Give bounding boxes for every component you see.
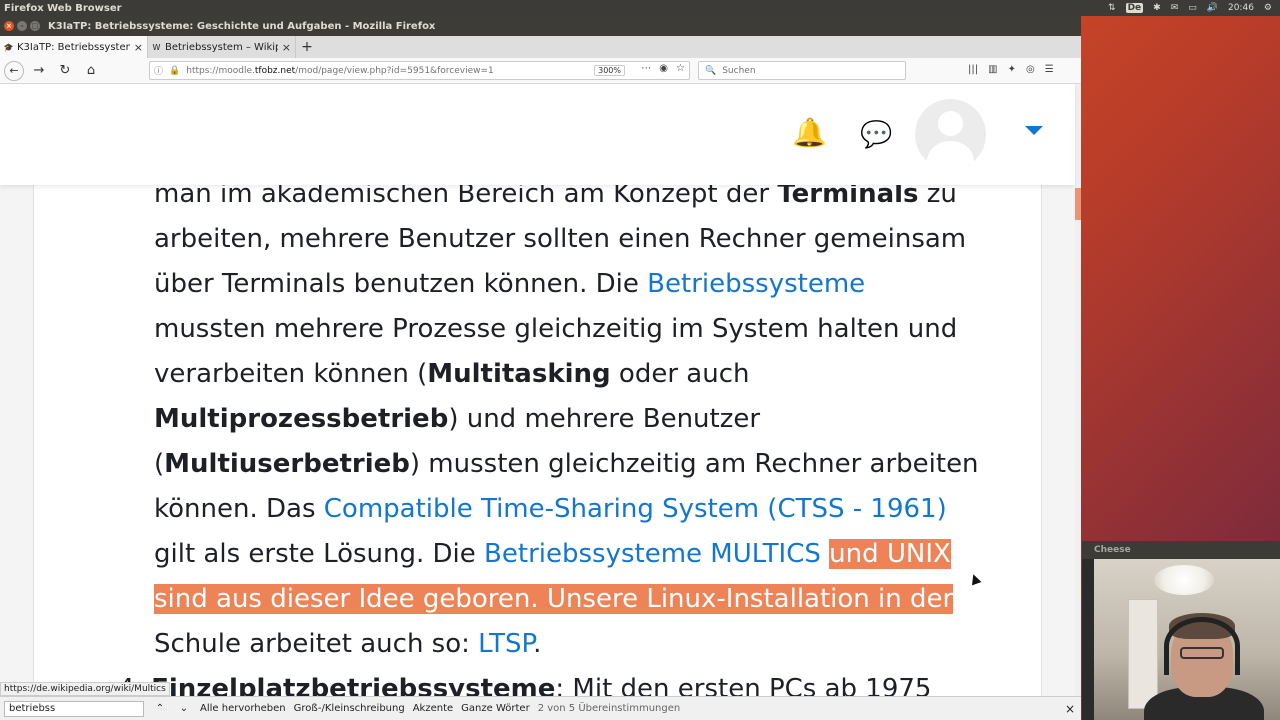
text-line: verarbeiten können (Multitasking oder au… bbox=[154, 359, 750, 389]
match-accents-option[interactable]: Akzente bbox=[413, 703, 453, 714]
window-title: K3IaTP: Betriebssysteme: Geschichte und … bbox=[48, 20, 436, 32]
extension-icon[interactable]: ✦ bbox=[1008, 64, 1016, 75]
highlight-all-option[interactable]: Alle hervorheben bbox=[200, 703, 286, 714]
ceiling-lamp bbox=[1154, 565, 1214, 595]
account-icon[interactable]: ◎ bbox=[1026, 64, 1035, 75]
url-actions: ⋯ ◉ ☆ bbox=[641, 63, 685, 74]
page-viewport: 🔔 💬 man im akademischen Bereich am Konze… bbox=[0, 84, 1081, 696]
cheese-window-title: Cheese bbox=[1082, 541, 1280, 559]
headset-icon bbox=[1164, 617, 1240, 675]
find-bar: betriebss ⌃ ⌄ Alle hervorheben Groß-/Kle… bbox=[0, 696, 1081, 720]
text-line: Schule arbeitet auch so: LTSP. bbox=[154, 629, 542, 659]
tab-moodle[interactable]: 🎓 K3IaTP: Betriebssysteme × bbox=[0, 36, 148, 58]
close-window-icon[interactable]: × bbox=[4, 21, 14, 31]
close-tab-icon[interactable]: × bbox=[134, 41, 143, 54]
close-find-bar-icon[interactable]: × bbox=[1065, 702, 1075, 716]
find-previous-button[interactable]: ⌃ bbox=[152, 701, 168, 717]
system-top-bar: Firefox Web Browser ⇅ De ✱ ✉ ▭ 🔊 20:46 ⚙ bbox=[0, 0, 1280, 16]
avatar-body bbox=[927, 141, 974, 170]
text-line: können. Das Compatible Time-Sharing Syst… bbox=[154, 494, 947, 524]
avatar-head bbox=[938, 111, 963, 136]
tab-wikipedia[interactable]: W Betriebssystem – Wikip × bbox=[148, 36, 296, 58]
text-line: mussten mehrere Prozesse gleichzeitig im… bbox=[154, 314, 958, 344]
text-selection[interactable]: und UNIX bbox=[829, 539, 951, 569]
tab-label: K3IaTP: Betriebssysteme bbox=[17, 41, 130, 53]
home-button[interactable]: ⌂ bbox=[80, 60, 102, 82]
forward-button[interactable]: → bbox=[28, 60, 50, 82]
moodle-header: 🔔 💬 bbox=[0, 84, 1075, 185]
lock-icon[interactable]: 🔒 bbox=[169, 66, 180, 76]
text-line: gilt als erste Lösung. Die Betriebssyste… bbox=[154, 539, 951, 569]
maximize-window-icon[interactable]: □ bbox=[30, 21, 40, 31]
url-bar[interactable]: ⓘ 🔒 https://moodle.tfobz.net/mod/page/vi… bbox=[149, 61, 690, 80]
toolbar-right-icons: ||| ▥ ✦ ◎ ☰ bbox=[968, 64, 1054, 75]
text-line: Multiprozessbetrieb) und mehrere Benutze… bbox=[154, 404, 761, 434]
search-placeholder: Suchen bbox=[722, 65, 756, 76]
pocket-icon[interactable]: ◉ bbox=[659, 63, 668, 74]
firefox-window: × – □ K3IaTP: Betriebssysteme: Geschicht… bbox=[0, 16, 1081, 720]
window-controls: × – □ bbox=[0, 21, 44, 31]
status-link-preview: https://de.wikipedia.org/wiki/Multics bbox=[0, 682, 170, 696]
text-line: sind aus dieser Idee geboren. Unsere Lin… bbox=[154, 577, 1014, 622]
scrollbar-thumb[interactable] bbox=[1075, 188, 1081, 220]
list-item-4: 4. Einzelplatzbetriebssysteme: Mit den e… bbox=[118, 674, 932, 696]
info-icon[interactable]: ⓘ bbox=[154, 64, 163, 77]
system-tray: ⇅ De ✱ ✉ ▭ 🔊 20:46 ⚙ bbox=[1108, 0, 1272, 16]
window-titlebar: × – □ K3IaTP: Betriebssysteme: Geschicht… bbox=[0, 16, 1081, 36]
active-app-name: Firefox Web Browser bbox=[4, 2, 122, 14]
search-bar[interactable]: 🔍 Suchen bbox=[698, 61, 906, 80]
user-avatar[interactable] bbox=[915, 99, 986, 170]
find-input[interactable]: betriebss bbox=[4, 700, 144, 717]
webcam-feed bbox=[1094, 559, 1280, 720]
new-tab-button[interactable]: + bbox=[296, 36, 318, 58]
link-betriebssysteme[interactable]: Betriebssysteme bbox=[647, 269, 865, 299]
tab-bar: 🎓 K3IaTP: Betriebssysteme × W Betriebssy… bbox=[0, 36, 1081, 58]
text-line: über Terminals benutzen können. Die Betr… bbox=[154, 269, 866, 299]
volume-icon[interactable]: 🔊 bbox=[1207, 3, 1218, 13]
moodle-favicon-icon: 🎓 bbox=[3, 42, 14, 52]
link-ltsp[interactable]: LTSP bbox=[478, 629, 533, 659]
close-tab-icon[interactable]: × bbox=[282, 41, 291, 54]
back-button[interactable]: ← bbox=[4, 60, 24, 81]
find-match-count: 2 von 5 Übereinstimmungen bbox=[537, 703, 681, 714]
network-icon[interactable]: ⇅ bbox=[1108, 3, 1116, 13]
text-line: (Multiuserbetrieb) mussten gleichzeitig … bbox=[154, 449, 979, 479]
menu-icon[interactable]: ☰ bbox=[1045, 64, 1054, 75]
page-text: man im akademischen Bereich am Konzept d… bbox=[154, 172, 1014, 667]
url-text: https://moodle.tfobz.net/mod/page/view.p… bbox=[186, 65, 494, 76]
minimize-window-icon[interactable]: – bbox=[17, 21, 27, 31]
match-case-option[interactable]: Groß-/Kleinschreibung bbox=[294, 703, 405, 714]
text-selection[interactable]: sind aus dieser Idee geboren. Unsere Lin… bbox=[154, 584, 954, 614]
user-menu-caret-icon[interactable] bbox=[1025, 126, 1043, 135]
search-icon: 🔍 bbox=[705, 65, 717, 76]
link-multics[interactable]: Betriebssysteme MULTICS bbox=[484, 539, 821, 569]
text-line: arbeiten, mehrere Benutzer sollten einen… bbox=[154, 224, 967, 254]
background-door bbox=[1128, 599, 1158, 709]
power-icon[interactable]: ⚙ bbox=[1264, 3, 1272, 13]
cheese-webcam-window: Cheese bbox=[1082, 541, 1280, 720]
bluetooth-icon[interactable]: ✱ bbox=[1153, 3, 1161, 13]
wikipedia-favicon-icon: W bbox=[152, 42, 161, 52]
mail-icon[interactable]: ✉ bbox=[1171, 3, 1179, 13]
keyboard-layout-indicator[interactable]: De bbox=[1125, 3, 1144, 13]
battery-icon[interactable]: ▭ bbox=[1188, 3, 1197, 13]
page-actions-icon[interactable]: ⋯ bbox=[641, 63, 651, 74]
page-scrollbar[interactable] bbox=[1075, 84, 1081, 696]
zoom-indicator[interactable]: 300% bbox=[594, 65, 625, 76]
clock[interactable]: 20:46 bbox=[1228, 3, 1254, 13]
bookmark-star-icon[interactable]: ☆ bbox=[676, 63, 685, 74]
tab-label: Betriebssystem – Wikip bbox=[165, 41, 278, 53]
library-icon[interactable]: ||| bbox=[968, 64, 978, 75]
sidebar-icon[interactable]: ▥ bbox=[988, 64, 997, 75]
find-next-button[interactable]: ⌄ bbox=[176, 701, 192, 717]
messages-chat-icon[interactable]: 💬 bbox=[860, 120, 894, 150]
link-ctss[interactable]: Compatible Time-Sharing System (CTSS - 1… bbox=[324, 494, 947, 524]
whole-words-option[interactable]: Ganze Wörter bbox=[461, 703, 530, 714]
notification-bell-icon[interactable]: 🔔 bbox=[792, 118, 827, 148]
reload-button[interactable]: ↻ bbox=[54, 60, 76, 82]
